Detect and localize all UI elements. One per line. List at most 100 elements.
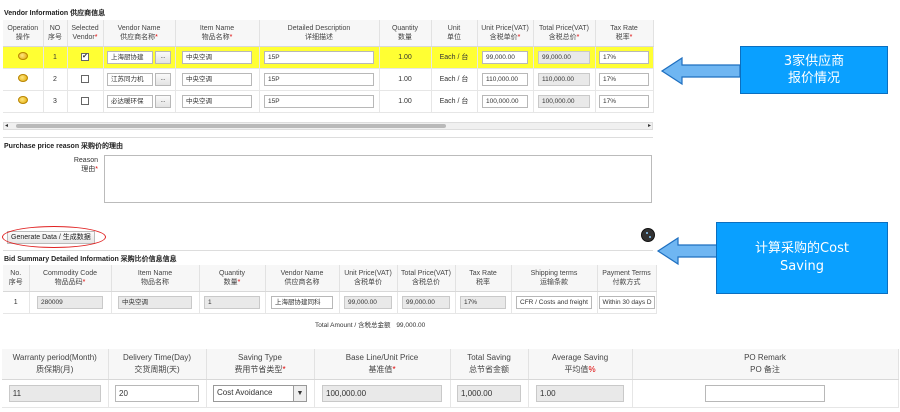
tax-rate-input[interactable]: 17% — [599, 50, 649, 64]
vendor-lookup-button[interactable]: ... — [155, 72, 171, 86]
summary-unit-price-field: 99,000.00 — [344, 295, 392, 309]
item-name-input[interactable]: 中央空调 — [182, 72, 252, 86]
vendor-name-input[interactable]: 江苏同力机 — [107, 72, 153, 86]
unit-price-input[interactable]: 100,000.00 — [482, 94, 528, 108]
saving-table: Warranty period(Month) 质保期(月) Delivery Tim… — [2, 349, 899, 408]
tax-rate-input[interactable]: 17% — [599, 72, 649, 86]
unit-price-input[interactable]: 99,000.00 — [482, 50, 528, 64]
edit-coin-icon[interactable] — [17, 74, 28, 82]
summary-header-7: Tax Rate 税率 — [455, 265, 512, 292]
summary-header-4: Vendor Name 供应商名称 — [265, 265, 340, 292]
vendor-header-9: Total Price(VAT) 含税总价* — [533, 20, 596, 47]
summary-quantity-field: 1 — [204, 295, 260, 309]
vendor-name-input[interactable]: 必达暖环保 — [107, 94, 153, 108]
quantity-value: 1.00 — [398, 53, 412, 61]
vendor-row: 3 必达暖环保... 中央空调 15P 1.00 Each / 台 100,000.00 10… — [3, 90, 654, 113]
reason-section-title: Purchase price reason 采购价的理由 — [4, 143, 124, 150]
summary-header-9: Payment Terms 付款方式 — [597, 265, 657, 292]
vendor-callout-arrow — [660, 56, 741, 86]
summary-row-number: 1 — [13, 298, 18, 306]
total-price-field: 99,000.00 — [538, 50, 590, 64]
chevron-down-icon[interactable]: ▼ — [293, 385, 306, 401]
vendor-header-0: Operation 操作 — [3, 20, 44, 47]
row-number: 3 — [53, 97, 57, 105]
saving-header-2: Saving Type 费用节省类型* — [206, 349, 315, 380]
item-name-input[interactable]: 中央空调 — [182, 50, 252, 64]
vendor-quote-callout: 3家供应商 报价情况 — [740, 46, 888, 94]
total-amount-label: Total Amount / 含税总金额 — [315, 322, 391, 329]
unit-value: Each / 台 — [439, 98, 469, 105]
quantity-value: 1.00 — [398, 97, 412, 105]
summary-header-5: Unit Price(VAT) 含税单价 — [339, 265, 398, 292]
baseline-field: 100,000.00 — [322, 384, 442, 402]
vendor-lookup-button[interactable]: ... — [155, 94, 171, 108]
vendor-header-5: Detailed Description 详细描述 — [259, 20, 380, 47]
delivery-time-input[interactable]: 20 — [115, 384, 199, 402]
tax-rate-input[interactable]: 17% — [599, 94, 649, 108]
saving-type-select[interactable]: Cost Avoidance ▼ — [213, 384, 307, 402]
cost-saving-callout: 计算采购的Cost Saving — [716, 222, 888, 294]
generate-highlight-ellipse — [2, 226, 106, 248]
summary-header-2: Item Name 物品名称 — [111, 265, 200, 292]
vendor-section-title: Vendor Information 供应商信息 — [4, 10, 106, 17]
operation-cell — [3, 90, 44, 113]
reason-label: Reason 理由* — [73, 157, 98, 173]
average-saving-field: 1.00 — [536, 384, 624, 402]
vendor-name-input[interactable]: 上海厨协建 — [107, 50, 153, 64]
unit-price-input[interactable]: 110,000.00 — [482, 72, 528, 86]
edit-coin-icon[interactable] — [17, 52, 28, 60]
quantity-value: 1.00 — [398, 75, 412, 83]
saving-header-3: Base Line/Unit Price 基准值* — [314, 349, 451, 380]
vendor-header-8: Unit Price(VAT) 含税单价* — [477, 20, 534, 47]
vendor-header-6: Quantity 数量 — [379, 20, 432, 47]
description-input[interactable]: 15P — [264, 94, 374, 108]
summary-vendor-field[interactable]: 上海厨协建同科 — [271, 295, 333, 309]
operation-cell — [3, 46, 44, 69]
vendor-header-7: Unit 单位 — [431, 20, 478, 47]
vendor-table-scrollbar[interactable]: ◂ ▸ — [3, 122, 653, 130]
vendor-header-10: Tax Rate 税率* — [595, 20, 654, 47]
vendor-header-2: Selected Vendor* — [67, 20, 104, 47]
scrollbar-left-arrow[interactable]: ◂ — [5, 122, 8, 129]
summary-table: No. 序号 Commodity Code 物品品码* Item Name 物品名称 Qua… — [3, 265, 657, 314]
select-vendor-checkbox[interactable] — [81, 97, 89, 105]
total-saving-field: 1,000.00 — [457, 384, 521, 402]
vendor-table: Operation 操作 NO 序号 Selected Vendor* Vendor Nam… — [3, 20, 654, 113]
summary-header-0: No. 序号 — [3, 265, 30, 292]
item-name-input[interactable]: 中央空调 — [182, 94, 252, 108]
row-number: 2 — [53, 75, 57, 83]
summary-tax-field: 17% — [460, 295, 506, 309]
summary-header-6: Total Price(VAT) 含税总价 — [397, 265, 456, 292]
payment-terms-field[interactable]: Within 30 days D — [598, 295, 655, 309]
unit-value: Each / 台 — [439, 54, 469, 61]
vendor-row: 2 江苏同力机... 中央空调 15P 1.00 Each / 台 110,000.00 11… — [3, 68, 654, 91]
scrollbar-right-arrow[interactable]: ▸ — [648, 122, 651, 129]
select-vendor-checkbox[interactable] — [81, 75, 89, 83]
saving-header-6: PO Remark PO 备注 — [632, 349, 899, 380]
description-input[interactable]: 15P — [264, 50, 374, 64]
operation-cell — [3, 68, 44, 91]
scrollbar-thumb[interactable] — [16, 124, 446, 128]
warranty-field: 11 — [8, 384, 101, 402]
summary-section-title: Bid Summary Detailed Information 采购比价信息信… — [4, 256, 177, 263]
collapse-toggle-icon[interactable] — [641, 228, 655, 242]
description-input[interactable]: 15P — [264, 72, 374, 86]
saving-header-4: Total Saving 总节省金额 — [450, 349, 529, 380]
reason-textarea[interactable] — [104, 155, 652, 203]
summary-header-3: Quantity 数量* — [199, 265, 266, 292]
vendor-header-1: NO 序号 — [43, 20, 68, 47]
summary-header-1: Commodity Code 物品品码* — [29, 265, 112, 292]
summary-header-8: Shipping terms 运输条款 — [511, 265, 598, 292]
row-number: 1 — [53, 53, 57, 61]
summary-row: 1 280009 中央空调 1 上海厨协建同科 99,000.00 99,000.00 17%… — [3, 291, 657, 314]
vendor-header-3: Vendor Name 供应商名称* — [103, 20, 176, 47]
shipping-terms-field[interactable]: CFR / Costs and freight — [516, 295, 592, 309]
vendor-lookup-button[interactable]: ... — [155, 50, 171, 64]
total-price-field: 110,000.00 — [538, 72, 590, 86]
select-vendor-checkbox[interactable]: ✔ — [81, 53, 89, 61]
edit-coin-icon[interactable] — [17, 96, 28, 104]
unit-value: Each / 台 — [439, 76, 469, 83]
summary-total-field: 99,000.00 — [402, 295, 450, 309]
po-remark-input[interactable] — [705, 384, 825, 402]
total-price-field: 100,000.00 — [538, 94, 590, 108]
